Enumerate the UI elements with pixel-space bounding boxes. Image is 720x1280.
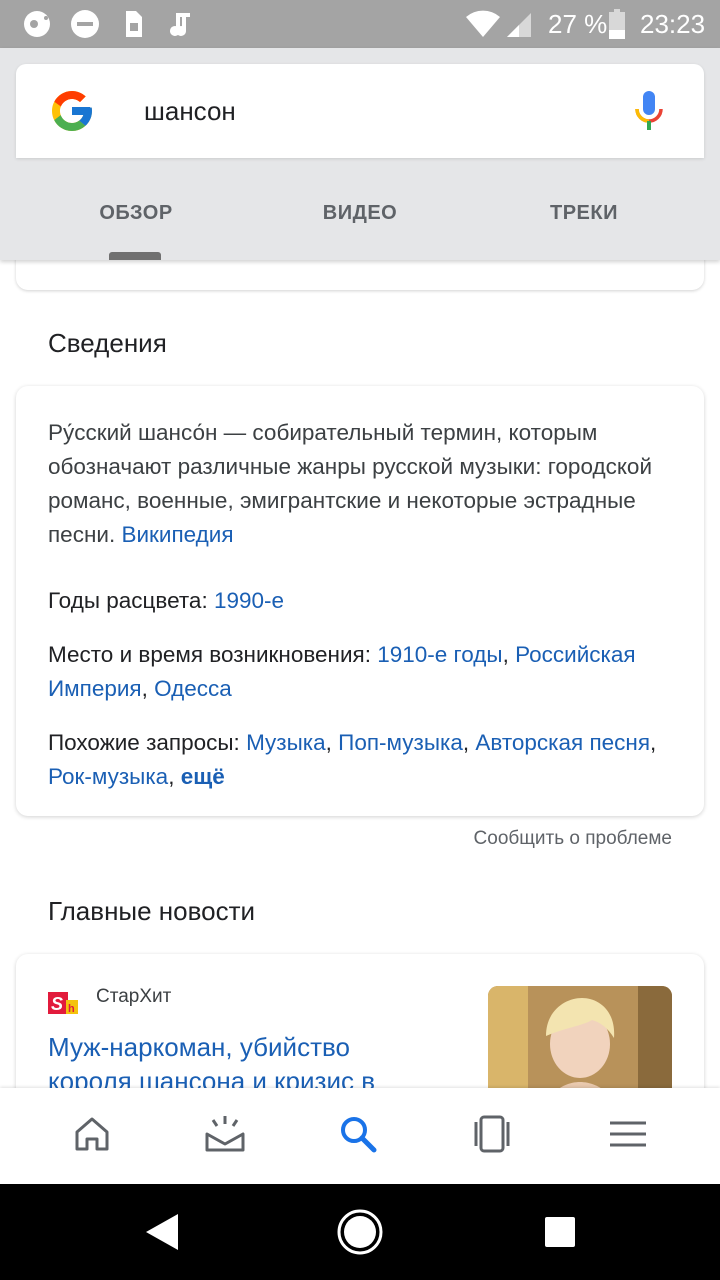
more-link[interactable]: ещё	[181, 764, 225, 789]
fact-peak-years: Годы расцвета: 1990-е	[48, 584, 668, 618]
status-bar: 27 % 23:23	[0, 0, 720, 48]
wikipedia-link[interactable]: Википедия	[121, 522, 233, 547]
related-link[interactable]: Поп-музыка	[338, 730, 463, 755]
microphone-icon[interactable]	[632, 90, 666, 134]
info-section-title: Сведения	[48, 328, 167, 358]
active-tab-indicator	[109, 252, 161, 260]
clock: 23:23	[640, 9, 706, 39]
system-navigation-bar	[0, 1184, 720, 1280]
fact-label: Годы расцвета:	[48, 588, 208, 613]
recent-tabs-icon[interactable]	[470, 1112, 514, 1156]
related-link[interactable]: Авторская песня	[475, 730, 650, 755]
bottom-navigation	[0, 1088, 720, 1184]
tab-video[interactable]: ВИДЕО	[300, 158, 420, 260]
sim-icon	[118, 0, 148, 48]
search-icon[interactable]	[336, 1112, 380, 1156]
back-icon[interactable]	[136, 1206, 188, 1258]
google-logo-icon[interactable]	[48, 87, 96, 135]
starhit-logo-icon: S h	[48, 990, 80, 1016]
cast-icon	[20, 0, 54, 48]
fact-link[interactable]: 1910-е годы	[377, 642, 502, 667]
do-not-disturb-icon	[68, 0, 102, 48]
tab-overview[interactable]: ОБЗОР	[76, 158, 196, 260]
related-link[interactable]: Музыка	[246, 730, 326, 755]
fact-related: Похожие запросы: Музыка, Поп-музыка, Авт…	[48, 730, 657, 789]
news-section-title: Главные новости	[48, 896, 256, 926]
menu-icon[interactable]	[606, 1112, 650, 1156]
music-note-icon	[164, 0, 196, 48]
search-header: шансон ОБЗОР ВИДЕО ТРЕКИ	[0, 48, 720, 260]
fact-label: Место и время возникновения:	[48, 642, 371, 667]
news-source: СтарХит	[96, 986, 172, 1007]
search-box[interactable]: шансон	[16, 64, 704, 158]
fact-label: Похожие запросы:	[48, 730, 240, 755]
home-button-icon[interactable]	[334, 1206, 386, 1258]
description: Ру́сский шансо́н — собирательный термин,…	[48, 416, 658, 552]
battery-icon	[606, 0, 628, 48]
battery-percent: 27 %	[548, 9, 608, 39]
signal-icon	[504, 0, 534, 48]
svg-text:S: S	[51, 994, 63, 1014]
svg-text:h: h	[68, 1003, 75, 1015]
search-query[interactable]: шансон	[144, 64, 236, 158]
wifi-icon	[464, 0, 502, 48]
related-link[interactable]: Рок-музыка	[48, 764, 168, 789]
updates-icon[interactable]	[203, 1112, 247, 1156]
info-card: Ру́сский шансо́н — собирательный термин,…	[16, 386, 704, 816]
fact-link[interactable]: Одесса	[154, 676, 232, 701]
overview-icon[interactable]	[534, 1206, 586, 1258]
fact-link[interactable]: 1990-е	[214, 588, 284, 613]
fact-origin: Место и время возникновения: 1910-е годы…	[48, 642, 636, 701]
home-icon[interactable]	[70, 1112, 114, 1156]
report-problem-link[interactable]: Сообщить о проблеме	[474, 828, 672, 850]
tab-tracks[interactable]: ТРЕКИ	[524, 158, 644, 260]
